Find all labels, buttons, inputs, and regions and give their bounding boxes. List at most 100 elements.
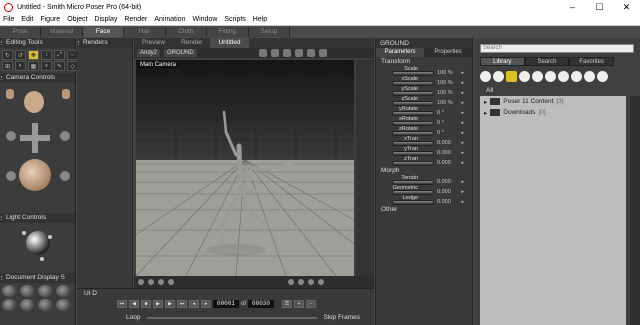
focal-length-icon[interactable]: [60, 171, 70, 181]
materials-category-icon[interactable]: [584, 70, 595, 82]
frame-forward-icon[interactable]: ▸: [201, 300, 211, 308]
hair-category-icon[interactable]: [519, 70, 530, 82]
expressions-category-icon[interactable]: [506, 70, 517, 82]
display-style-icon[interactable]: [20, 285, 35, 297]
menu-figure[interactable]: Figure: [40, 16, 60, 23]
hands-category-icon[interactable]: [532, 70, 543, 82]
library-folder-poser-11-content[interactable]: ▸ Poser 11 Content [3]: [480, 96, 626, 107]
param-menu-arrow-icon[interactable]: ▸: [461, 199, 464, 205]
expand-arrow-icon[interactable]: ▸: [484, 98, 487, 106]
light-sphere-icon[interactable]: [26, 231, 50, 255]
andy2-figure[interactable]: [136, 60, 354, 276]
color-option-icon[interactable]: [318, 279, 324, 285]
light-dot-icon[interactable]: [22, 231, 26, 235]
tab-hair[interactable]: Hair: [124, 27, 166, 37]
param-dial[interactable]: [392, 161, 434, 166]
library-folder-downloads[interactable]: ▸ Downloads [0]: [480, 107, 626, 118]
face-camera-icon[interactable]: [24, 91, 44, 113]
light-icon[interactable]: [306, 49, 315, 57]
morph-brush-icon[interactable]: ✎: [54, 61, 65, 71]
color-option-icon[interactable]: [298, 279, 304, 285]
menu-help[interactable]: Help: [253, 16, 267, 23]
transform-group[interactable]: Transform: [376, 57, 472, 66]
expand-arrow-icon[interactable]: ▸: [484, 109, 487, 117]
prev-key-icon[interactable]: ◀: [129, 300, 139, 308]
cameras-category-icon[interactable]: [571, 70, 582, 82]
twist-tool-icon[interactable]: ↺: [15, 50, 26, 60]
move-xz-icon[interactable]: [6, 131, 16, 141]
light-controls-header[interactable]: Light Controls: [0, 213, 75, 223]
display-style-icon[interactable]: [2, 299, 17, 311]
color-option-icon[interactable]: [308, 279, 314, 285]
param-value[interactable]: 0.000: [437, 160, 451, 166]
right-hand-camera-icon[interactable]: [62, 89, 70, 99]
left-hand-camera-icon[interactable]: [6, 89, 14, 99]
menu-window[interactable]: Window: [192, 16, 217, 23]
scale-camera-icon[interactable]: [6, 171, 16, 181]
display-option-icon[interactable]: [138, 279, 144, 285]
morph-group[interactable]: Morph: [376, 166, 472, 175]
menu-animation[interactable]: Animation: [154, 16, 185, 23]
figures-category-icon[interactable]: [480, 70, 491, 82]
renders-header[interactable]: Renders: [77, 38, 132, 48]
stop-icon[interactable]: ■: [141, 300, 151, 308]
tab-pose[interactable]: Pose: [0, 27, 42, 37]
editing-tools-header[interactable]: Editing Tools: [0, 38, 75, 48]
key-icon[interactable]: ⚿: [282, 300, 293, 308]
actor-select[interactable]: GROUND: [376, 38, 472, 48]
menu-object[interactable]: Object: [67, 16, 87, 23]
render-icon[interactable]: [270, 49, 279, 57]
library-search-input[interactable]: Search: [480, 44, 634, 53]
timeline-slider[interactable]: [147, 317, 317, 319]
menu-file[interactable]: File: [3, 16, 14, 23]
tab-favorites[interactable]: Favorites: [569, 57, 615, 66]
last-frame-icon[interactable]: ⏭: [177, 300, 187, 308]
remove-keyframe-icon[interactable]: −: [306, 300, 317, 308]
layout-icon[interactable]: [282, 49, 291, 57]
tab-properties[interactable]: Properties: [424, 48, 472, 57]
library-all-label[interactable]: All: [486, 87, 493, 94]
element-select[interactable]: GROUND: [164, 49, 197, 57]
figure-head[interactable]: [242, 170, 254, 182]
tab-untitled[interactable]: Untitled: [210, 38, 249, 48]
translate-in-out-icon[interactable]: ↕: [41, 50, 52, 60]
tab-cloth[interactable]: Cloth: [165, 27, 208, 37]
tab-search[interactable]: Search: [524, 57, 570, 66]
document-display-header[interactable]: Document Display S: [0, 273, 75, 283]
play-icon[interactable]: ▶: [153, 300, 163, 308]
other-group[interactable]: Other: [376, 205, 472, 214]
menu-render[interactable]: Render: [124, 16, 147, 23]
scene-view[interactable]: Main Camera: [136, 60, 354, 276]
figure-icon[interactable]: [294, 49, 303, 57]
figure-select[interactable]: Andy2: [137, 49, 161, 57]
rotate-tool-icon[interactable]: ↻: [2, 50, 13, 60]
chain-break-icon[interactable]: ⊞: [2, 61, 13, 71]
menu-scripts[interactable]: Scripts: [224, 16, 245, 23]
light-dot-icon[interactable]: [40, 257, 44, 261]
tab-library[interactable]: Library: [480, 57, 525, 66]
tab-preview[interactable]: Preview: [134, 38, 173, 48]
minimize-icon[interactable]: –: [559, 0, 586, 14]
light-dot-icon[interactable]: [48, 235, 52, 239]
display-style-icon[interactable]: [38, 299, 53, 311]
tab-face[interactable]: Face: [82, 27, 125, 37]
scale-tool-icon[interactable]: ⤢: [54, 50, 65, 60]
add-keyframe-icon[interactable]: +: [294, 300, 305, 308]
maximize-icon[interactable]: ☐: [586, 0, 613, 14]
view-magnifier-icon[interactable]: ⌕: [41, 61, 52, 71]
translate-tool-icon[interactable]: ✥: [28, 50, 39, 60]
tab-setup[interactable]: Setup: [248, 27, 290, 37]
display-style-icon[interactable]: [38, 285, 53, 297]
scenes-category-icon[interactable]: [597, 70, 608, 82]
trackball-icon[interactable]: [19, 159, 51, 191]
frame-back-icon[interactable]: ◂: [189, 300, 199, 308]
param-menu-arrow-icon[interactable]: ▸: [461, 160, 464, 166]
display-option-icon[interactable]: [148, 279, 154, 285]
display-style-icon[interactable]: [20, 299, 35, 311]
tab-render[interactable]: Render: [173, 38, 210, 48]
camera-move-cross-icon[interactable]: [20, 123, 50, 153]
total-frames-field[interactable]: 00030: [248, 300, 275, 308]
menu-edit[interactable]: Edit: [21, 16, 33, 23]
param-dial[interactable]: [392, 200, 434, 205]
display-style-icon[interactable]: [56, 285, 71, 297]
